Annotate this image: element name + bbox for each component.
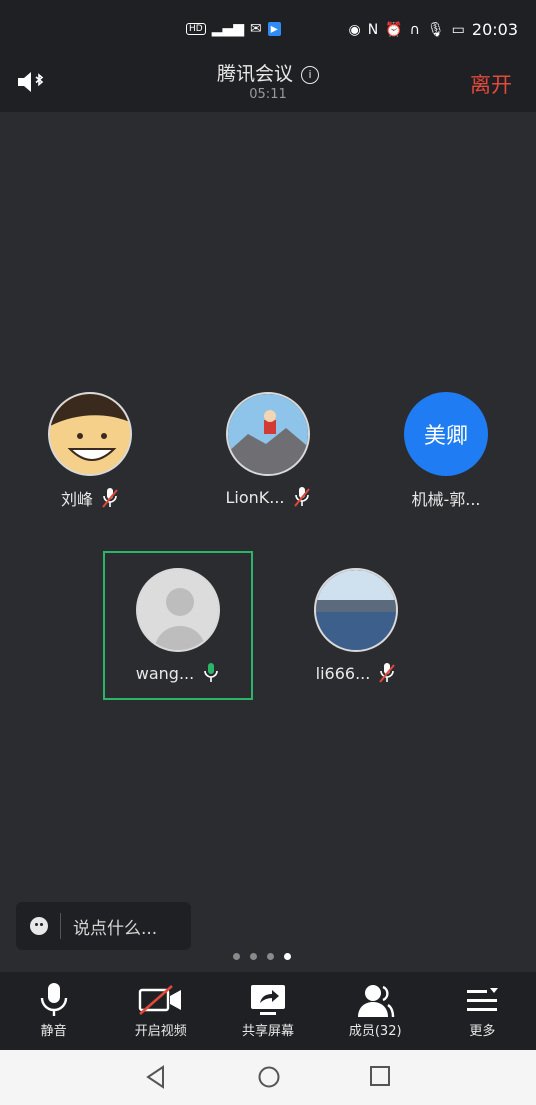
alarm-icon: ⏰: [385, 21, 403, 38]
system-nav-bar: [0, 1050, 536, 1105]
share-screen-icon: [214, 982, 321, 1018]
chat-divider: [60, 913, 61, 939]
meeting-timer: 05:11: [249, 87, 287, 102]
participant-tile[interactable]: li666...: [281, 568, 431, 684]
mic-muted-icon: [379, 663, 396, 683]
participant-avatar: 美卿: [404, 392, 488, 476]
participant-name-row: LionK...: [193, 486, 343, 508]
participant-tile[interactable]: 刘峰: [15, 392, 165, 510]
mic-muted-icon: [102, 488, 118, 508]
share-screen-label: 共享屏幕: [242, 1024, 295, 1039]
participant-avatar: [48, 392, 132, 476]
mail-icon: ✉: [250, 21, 262, 37]
cartoon-avatar-image: [50, 394, 130, 474]
recents-icon[interactable]: [369, 1065, 391, 1087]
members-button[interactable]: 成员(32): [322, 972, 429, 1050]
more-button[interactable]: 更多: [429, 972, 536, 1050]
page-dot[interactable]: [267, 953, 274, 960]
participant-name-row: 机械-郭...: [371, 486, 521, 510]
battery-icon: ▭: [451, 21, 465, 38]
members-icon: [322, 982, 429, 1018]
participant-name: 刘峰: [60, 490, 93, 509]
chat-placeholder: 说点什么...: [73, 918, 158, 939]
nfc-icon: N: [367, 21, 379, 38]
emoji-icon[interactable]: [30, 917, 48, 935]
avatar-initials: 美卿: [423, 424, 468, 449]
bottom-toolbar: 静音 开启视频 共享屏幕 成员(32) 更多: [0, 972, 536, 1050]
participant-tile[interactable]: LionK...: [193, 392, 343, 508]
mic-active-icon: [204, 663, 219, 682]
video-off-icon: [107, 982, 214, 1018]
app-notification-icon: ▸: [267, 22, 281, 36]
more-menu-icon: [429, 982, 536, 1018]
meeting-header: 腾讯会议 i 05:11 离开: [0, 50, 536, 112]
share-screen-button[interactable]: 共享屏幕: [214, 972, 321, 1050]
signal-icon: ▂▄▆: [211, 21, 245, 37]
mic-muted-icon: [293, 487, 310, 507]
chat-input[interactable]: 说点什么...: [16, 902, 191, 950]
back-icon[interactable]: [145, 1065, 167, 1089]
participant-name: LionK...: [225, 487, 285, 507]
start-video-button[interactable]: 开启视频: [107, 972, 214, 1050]
participant-name: li666...: [315, 663, 371, 683]
members-label: 成员(32): [348, 1024, 402, 1039]
lake-avatar-image: [316, 570, 396, 650]
mic-status-icon: 🎙: [426, 21, 445, 38]
meeting-title-row: 腾讯会议 i: [0, 59, 536, 86]
home-icon[interactable]: [257, 1065, 281, 1089]
meeting-title: 腾讯会议: [216, 63, 293, 85]
participant-avatar: [136, 568, 220, 652]
microphone-icon: [0, 982, 107, 1018]
mute-button[interactable]: 静音: [0, 972, 107, 1050]
participant-avatar: [226, 392, 310, 476]
eye-icon: ◉: [348, 21, 361, 38]
mute-label: 静音: [40, 1024, 67, 1039]
status-right: ◉ N ⏰ ∩ 🎙 ▭ 20:03: [348, 20, 518, 39]
hd-badge: HD: [186, 23, 206, 35]
landscape-avatar-image: [228, 394, 308, 474]
more-label: 更多: [469, 1024, 496, 1039]
participant-name: 机械-郭...: [411, 490, 481, 509]
leave-button[interactable]: 离开: [470, 69, 512, 99]
info-icon[interactable]: i: [301, 66, 319, 84]
status-left: HD ▂▄▆ ✉ ▸: [186, 22, 281, 36]
participant-tile[interactable]: 美卿 机械-郭...: [371, 392, 521, 510]
participant-name: wang...: [135, 663, 195, 683]
page-indicator: [233, 953, 291, 960]
participant-name-row: 刘峰: [15, 486, 165, 510]
participant-name-row: li666...: [281, 662, 431, 684]
participant-name-row: wang...: [103, 662, 253, 684]
start-video-label: 开启视频: [134, 1024, 187, 1039]
page-dot-active[interactable]: [284, 953, 291, 960]
status-bar: HD ▂▄▆ ✉ ▸ ◉ N ⏰ ∩ 🎙 ▭ 20:03: [0, 0, 536, 50]
headphones-icon: ∩: [409, 21, 420, 38]
participant-avatar: [314, 568, 398, 652]
status-time: 20:03: [471, 20, 518, 39]
participant-tile[interactable]: wang...: [103, 568, 253, 684]
page-dot[interactable]: [250, 953, 257, 960]
page-dot[interactable]: [233, 953, 240, 960]
default-person-icon: [138, 570, 218, 650]
